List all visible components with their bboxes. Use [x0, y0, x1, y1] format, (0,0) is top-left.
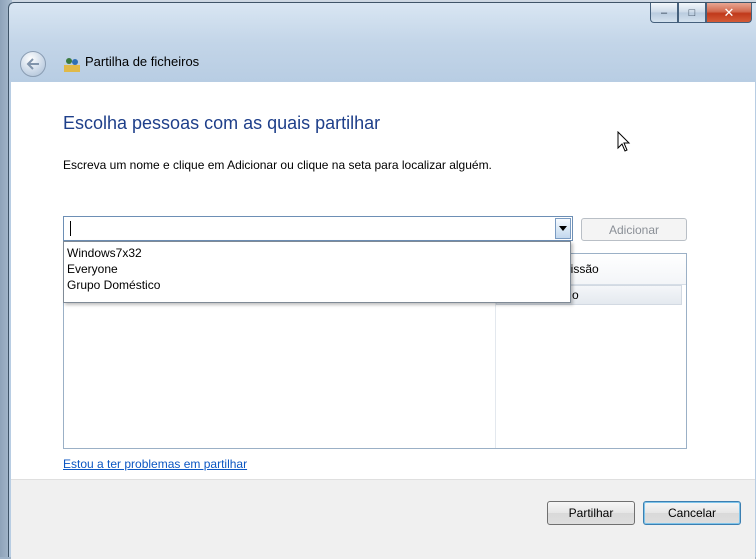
window-title: Partilha de ficheiros	[85, 54, 200, 69]
close-button[interactable]: ✕	[706, 3, 752, 23]
permission-value: o	[572, 288, 579, 302]
mouse-pointer-icon	[617, 131, 631, 152]
file-sharing-users-icon	[64, 58, 80, 72]
help-link[interactable]: Estou a ter problemas em partilhar	[63, 457, 247, 471]
page-heading: Escolha pessoas com as quais partilhar	[63, 113, 381, 133]
name-combobox[interactable]	[63, 216, 573, 241]
caption-buttons: – □ ✕	[650, 3, 752, 23]
dropdown-option[interactable]: Windows7x32	[64, 245, 570, 261]
file-sharing-window: – □ ✕ Partilha de ficheiros Escolha pess…	[8, 2, 756, 559]
dropdown-arrow-icon[interactable]	[555, 218, 571, 239]
name-dropdown-list[interactable]: Windows7x32 Everyone Grupo Doméstico	[63, 241, 571, 303]
text-caret	[70, 221, 71, 236]
maximize-button[interactable]: □	[678, 3, 706, 23]
share-button[interactable]: Partilhar	[547, 501, 635, 525]
minimize-button[interactable]: –	[650, 3, 678, 23]
dropdown-option[interactable]: Everyone	[64, 261, 570, 277]
back-arrow-icon[interactable]	[20, 51, 46, 77]
instruction-text: Escreva um nome e clique em Adicionar ou…	[63, 158, 492, 172]
cancel-button[interactable]: Cancelar	[643, 501, 741, 525]
add-button[interactable]: Adicionar	[581, 218, 687, 241]
dropdown-option[interactable]: Grupo Doméstico	[64, 277, 570, 293]
content-area: Escolha pessoas com as quais partilhar E…	[11, 82, 755, 479]
